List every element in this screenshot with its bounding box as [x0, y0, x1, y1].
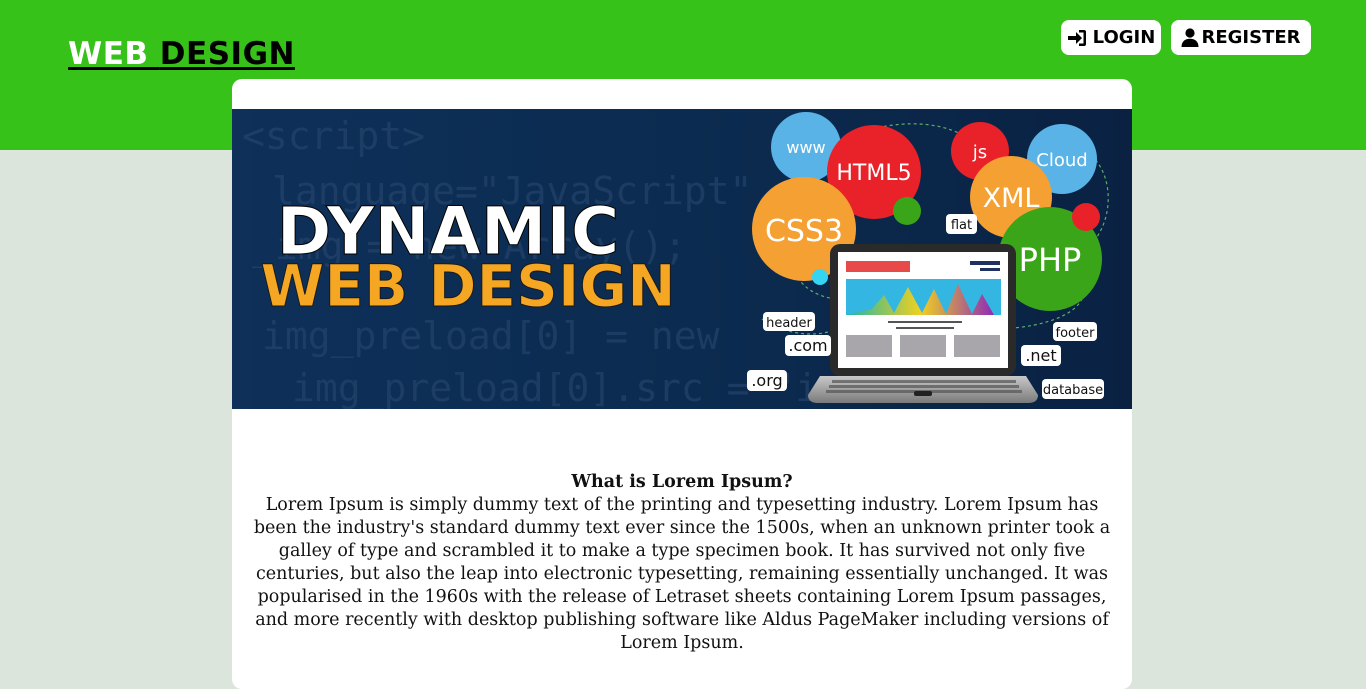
banner-title-line2: WEB DESIGN [260, 252, 675, 320]
login-button[interactable]: LOGIN [1061, 20, 1161, 55]
content-card: <script> language="JavaScript" _img = ne… [232, 79, 1132, 689]
dot-green [893, 197, 921, 225]
tag-footer: footer [1056, 326, 1096, 341]
site-logo[interactable]: WEB DESIGN [68, 36, 295, 72]
register-label: REGISTER [1201, 27, 1301, 48]
sign-in-icon [1067, 29, 1086, 46]
tag-org: .org [751, 371, 782, 390]
article-body: Lorem Ipsum is simply dummy text of the … [253, 495, 1111, 653]
tag-header: header [766, 316, 812, 331]
bubble-www-label: www [786, 138, 825, 157]
tag-flat: flat [951, 218, 972, 233]
dot-red [1072, 203, 1100, 231]
dot-cyan [812, 269, 828, 285]
user-icon [1181, 28, 1199, 47]
tag-com: .com [788, 336, 827, 355]
bubble-php-label: PHP [1019, 241, 1082, 279]
article-section: What is Lorem Ipsum? Lorem Ipsum is simp… [252, 471, 1112, 655]
login-label: LOGIN [1092, 27, 1156, 48]
logo-word-design: DESIGN [159, 36, 295, 72]
logo-word-web: WEB [68, 36, 149, 72]
dynamic-web-design-banner: <script> language="JavaScript" _img = ne… [232, 109, 1132, 409]
laptop-illustration [808, 244, 1038, 403]
article-heading: What is Lorem Ipsum? [571, 472, 793, 492]
tag-database: database [1043, 383, 1103, 398]
bubble-xml-label: XML [983, 183, 1040, 214]
bubble-html5-label: HTML5 [836, 161, 911, 186]
svg-text:<script>: <script> [242, 114, 425, 158]
bubble-js-label: js [972, 142, 987, 163]
bubble-css3-label: CSS3 [765, 214, 843, 249]
svg-text:img_preload[0] = new: img_preload[0] = new [262, 314, 720, 359]
tag-net: .net [1025, 346, 1056, 365]
bubble-cloud-label: Cloud [1036, 150, 1087, 171]
register-button[interactable]: REGISTER [1171, 20, 1311, 55]
